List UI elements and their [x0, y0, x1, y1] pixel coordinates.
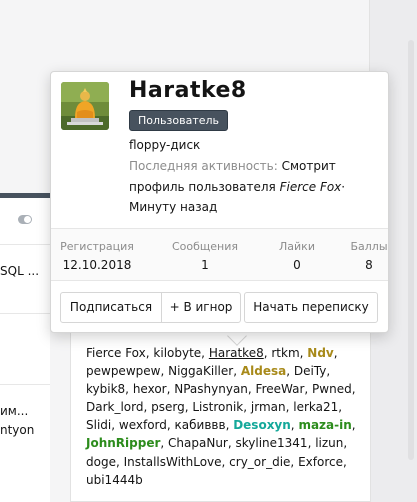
ignore-button[interactable]: + В игнор [161, 292, 241, 323]
user-custom-title: floppy-диск [129, 138, 201, 152]
online-user-link[interactable]: doge [86, 455, 116, 469]
username[interactable]: Haratke8 [129, 78, 247, 103]
online-user-link[interactable]: maza-in [298, 418, 351, 432]
stat-value: 0 [293, 258, 301, 272]
stat-value[interactable]: 8 [347, 255, 391, 275]
online-user-link[interactable]: DeiTy [294, 364, 327, 378]
online-user-link[interactable]: Listronik [192, 400, 243, 414]
online-user-link[interactable]: kybik8 [86, 382, 125, 396]
left-item-snippet[interactable]: им... [0, 404, 28, 418]
stat-value[interactable]: 1 [169, 255, 241, 275]
online-user-link[interactable]: ubi1444b [86, 473, 143, 487]
last-activity-label: Последняя активность: [129, 159, 278, 173]
online-user-link[interactable]: Fierce Fox [86, 346, 146, 360]
start-conversation-button[interactable]: Начать переписку [244, 292, 378, 323]
toggle-icon[interactable] [18, 215, 32, 224]
left-widget-header-bar [0, 193, 50, 198]
online-user-link[interactable]: hexor [133, 382, 167, 396]
online-user-link[interactable]: Slidi [86, 418, 111, 432]
online-user-link[interactable]: rtkm [271, 346, 299, 360]
user-role-badge: Пользователь [129, 110, 229, 131]
left-item-snippet: ntyon [0, 423, 35, 437]
online-user-link[interactable]: pserg [151, 400, 185, 414]
member-tooltip: Haratke8 Пользователь floppy-диск Послед… [50, 71, 389, 333]
online-user-link[interactable]: NiggaKiller [168, 364, 233, 378]
stat-label: Баллы [350, 240, 388, 253]
last-activity: Последняя активность: Смотрит профиль по… [129, 156, 369, 218]
online-users-list: Fierce Fox, kilobyte, Haratke8, rtkm, Nd… [86, 346, 356, 487]
online-user-link[interactable]: pewpewpew [86, 364, 160, 378]
stat-registration: Регистрация 12.10.2018 [60, 239, 134, 275]
stat-label: Лайки [279, 240, 315, 253]
divider [0, 313, 50, 314]
online-user-link[interactable]: кабиввв [175, 418, 226, 432]
stat-label: Регистрация [60, 240, 134, 253]
follow-button[interactable]: Подписаться [60, 292, 162, 323]
online-user-link[interactable]: Dark_lord [86, 400, 144, 414]
scrollbar-track[interactable] [408, 40, 414, 460]
online-user-link[interactable]: lerka21 [293, 400, 338, 414]
activity-separator: · [341, 179, 346, 194]
online-user-link[interactable]: FreeWar [256, 382, 305, 396]
user-stats: Регистрация 12.10.2018 Сообщения 1 Лайки… [51, 228, 388, 281]
stat-messages: Сообщения 1 [169, 239, 241, 275]
stat-value: 12.10.2018 [62, 258, 132, 272]
online-user-link[interactable]: jrman [251, 400, 286, 414]
online-user-link[interactable]: InstallsWithLove [124, 455, 222, 469]
online-user-link[interactable]: NPashynyan [174, 382, 248, 396]
online-user-link[interactable]: JohnRipper [86, 436, 160, 450]
left-widget-panel [0, 196, 50, 502]
stat-likes: Лайки 0 [275, 239, 319, 275]
stat-label: Сообщения [171, 240, 238, 253]
online-user-link[interactable]: lizun [315, 436, 343, 450]
left-item-snippet[interactable]: SQL ... [0, 264, 39, 278]
online-user-link[interactable]: Haratke8 [209, 346, 264, 360]
online-user-link[interactable]: Aldesa [241, 364, 286, 378]
online-user-link[interactable]: cry_or_die [229, 455, 290, 469]
online-user-link[interactable]: Desoxyn [233, 418, 291, 432]
online-user-link[interactable]: Pwned [312, 382, 352, 396]
last-activity-time: Минуту назад [129, 200, 218, 214]
online-user-link[interactable]: Ndv [307, 346, 333, 360]
activity-user-link[interactable]: Fierce Fox [280, 180, 342, 194]
online-user-link[interactable]: wexford [119, 418, 167, 432]
online-user-link[interactable]: skyline1341 [236, 436, 308, 450]
divider [0, 384, 50, 385]
online-user-link[interactable]: ChapaNur [168, 436, 228, 450]
avatar[interactable] [61, 82, 109, 130]
stat-points: Баллы 8 [347, 239, 391, 275]
online-user-link[interactable]: kilobyte [153, 346, 201, 360]
online-user-link[interactable]: Exforce [298, 455, 343, 469]
